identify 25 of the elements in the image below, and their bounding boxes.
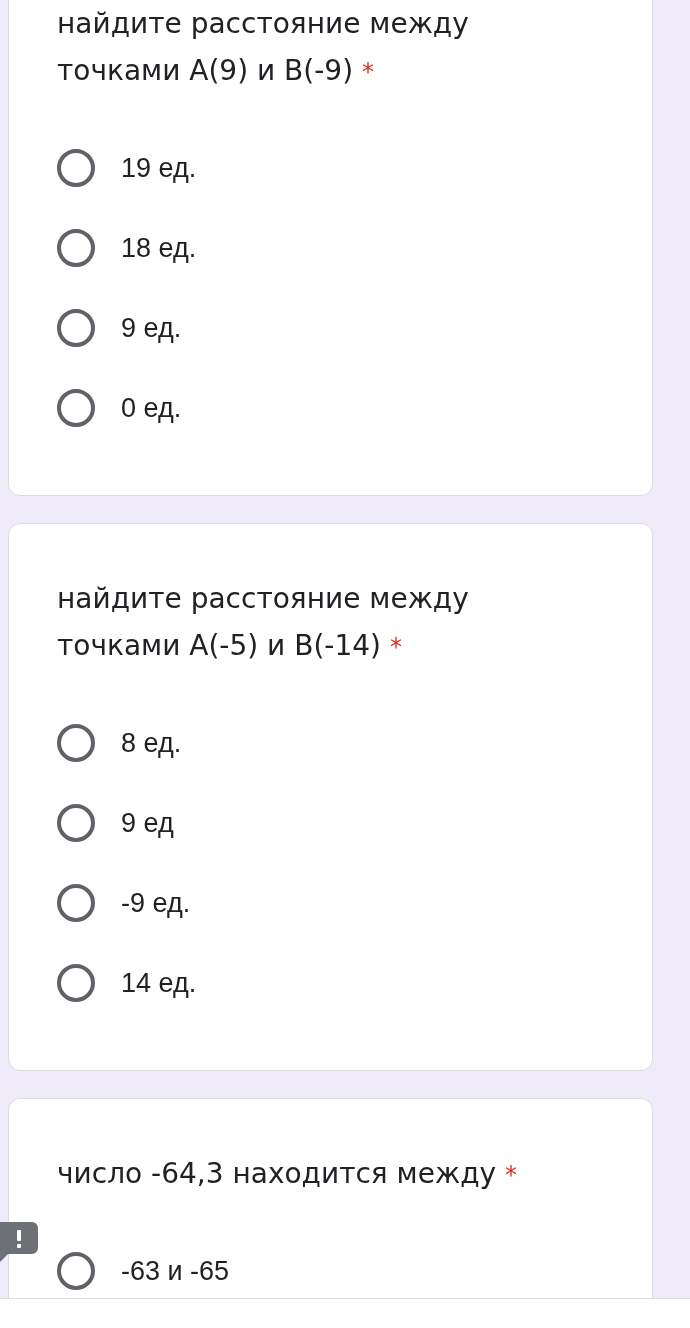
radio-button[interactable] [57, 389, 95, 427]
option-label[interactable]: 9 ед [121, 807, 174, 839]
option-label[interactable]: -63 и -65 [121, 1255, 230, 1287]
radio-button[interactable] [57, 149, 95, 187]
radio-button[interactable] [57, 884, 95, 922]
option-label[interactable]: -9 ед. [121, 887, 191, 919]
option-label[interactable]: 9 ед. [121, 312, 182, 344]
option-label[interactable]: 19 ед. [121, 152, 197, 184]
question-text: найдите расстояние между точками A(-5) и B(-14) * [57, 581, 470, 664]
option-label[interactable]: 0 ед. [121, 392, 182, 424]
option-label[interactable]: 14 ед. [121, 967, 197, 999]
radio-button[interactable] [57, 229, 95, 267]
option-label[interactable]: 18 ед. [121, 232, 197, 264]
question-text: число -64,3 находится между * [57, 1156, 519, 1192]
option-label[interactable]: 8 ед. [121, 727, 182, 759]
required-asterisk: * [390, 633, 402, 661]
radio-button[interactable] [57, 724, 95, 762]
feedback-icon[interactable] [0, 1222, 38, 1262]
question-text: найдите расстояние между точками A(9) и B(-9) * [57, 6, 470, 89]
radio-button[interactable] [57, 309, 95, 347]
required-asterisk: * [362, 58, 375, 86]
radio-button[interactable] [57, 1252, 95, 1290]
required-asterisk: * [505, 1161, 518, 1189]
radio-button[interactable] [57, 964, 95, 1002]
radio-button[interactable] [57, 804, 95, 842]
